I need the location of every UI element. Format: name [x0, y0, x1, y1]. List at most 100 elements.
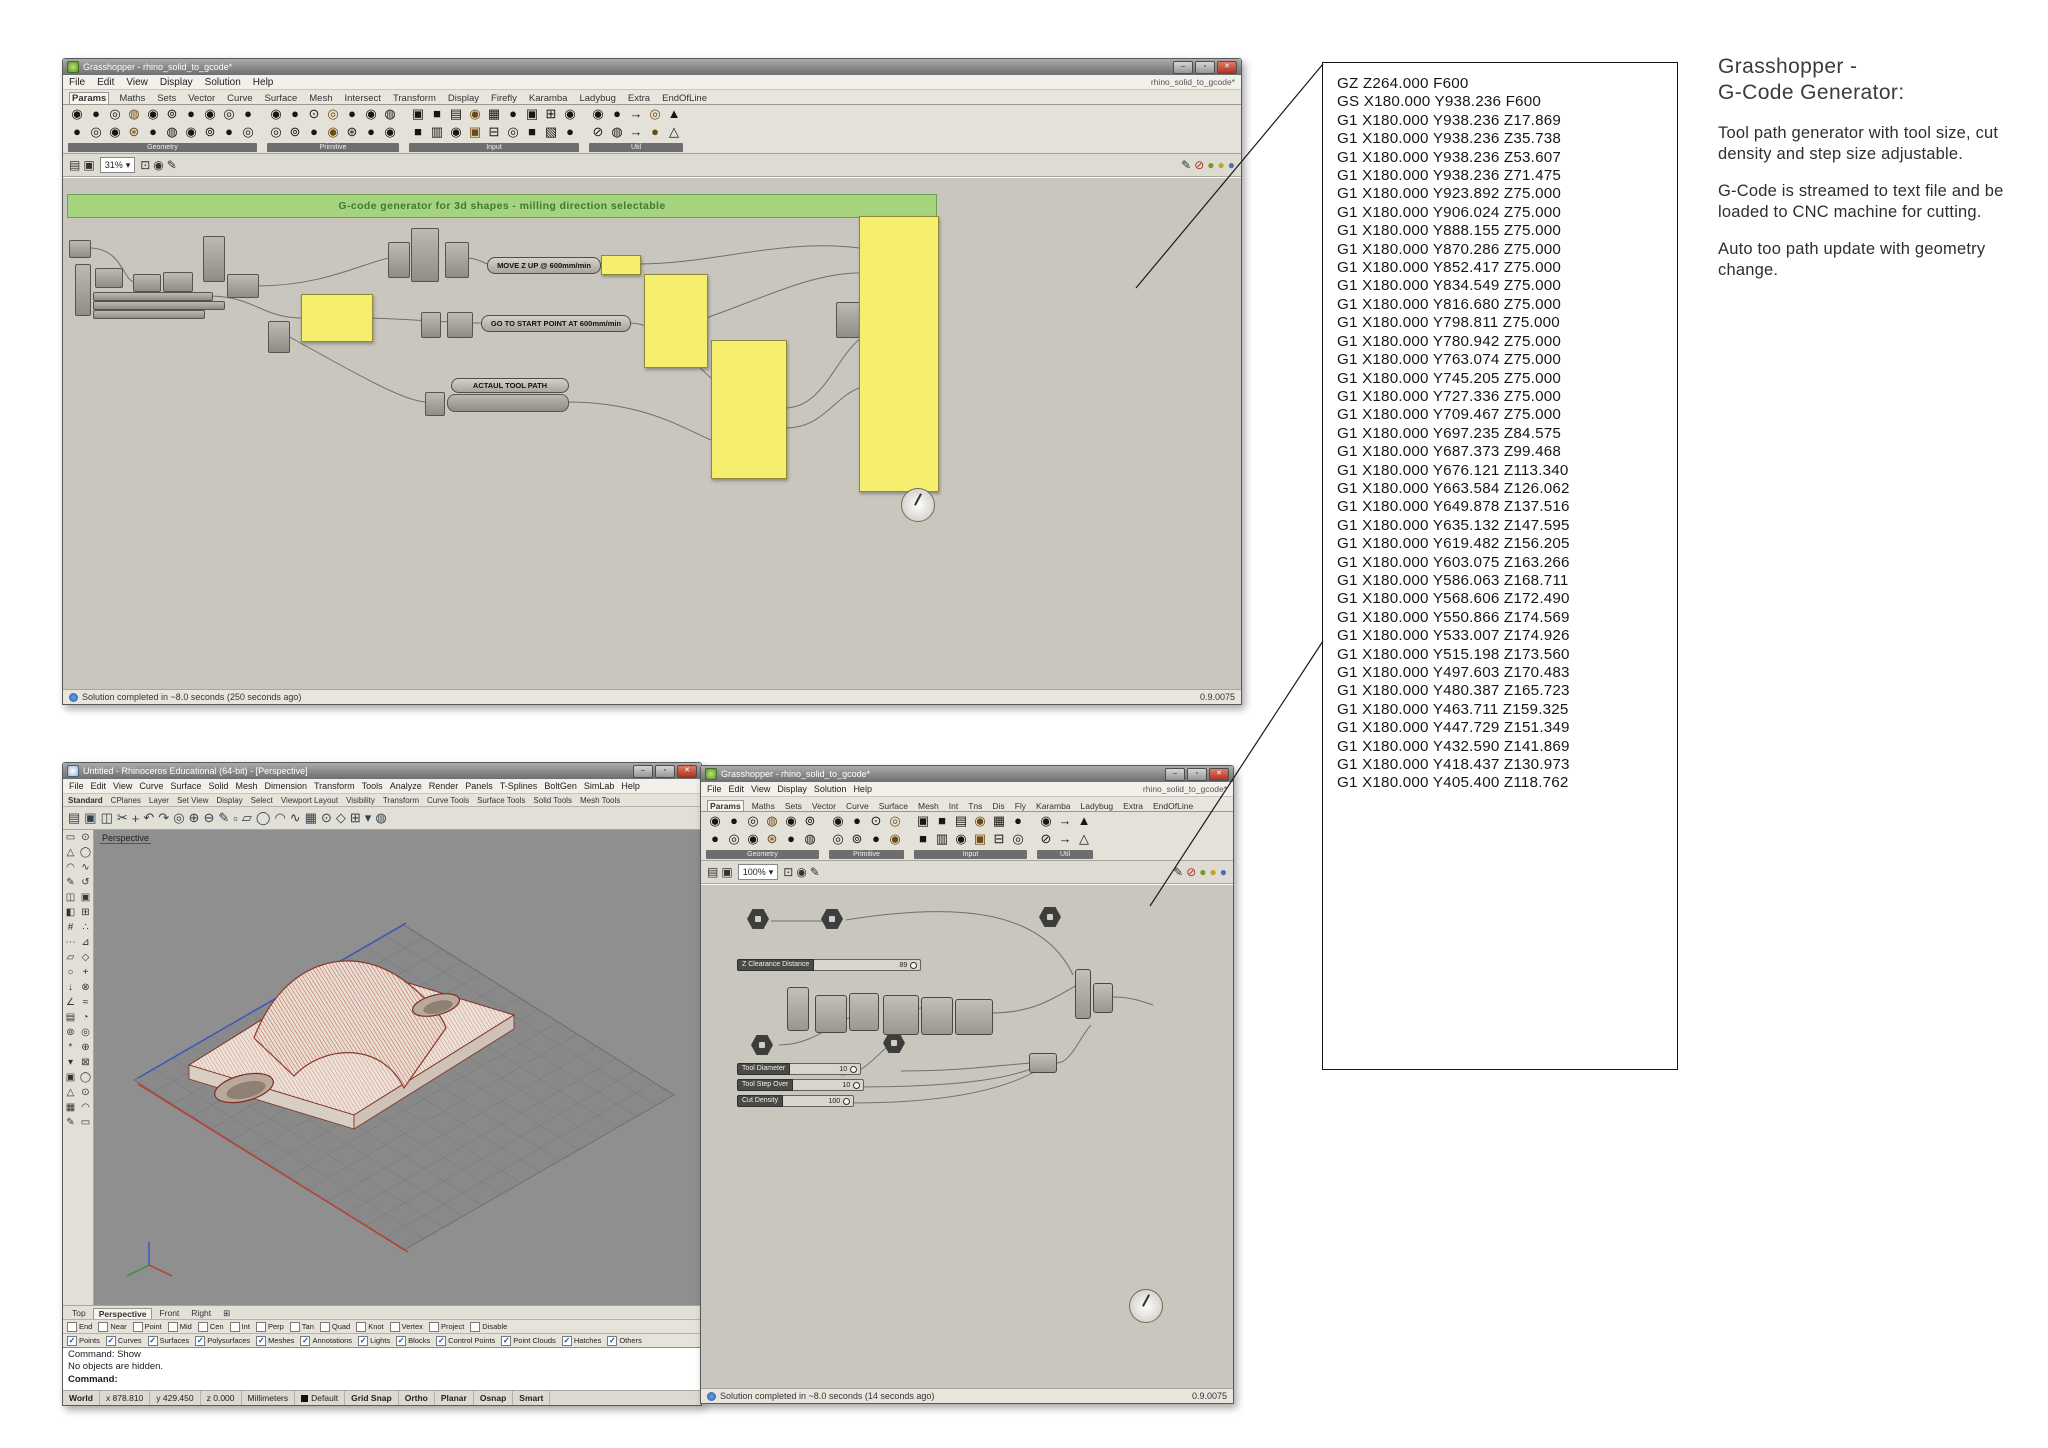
view-tool-icon[interactable]: ⊡ [140, 157, 150, 173]
menu-item[interactable]: File [69, 781, 84, 791]
component-icon[interactable]: ▥ [933, 831, 951, 847]
gh-node[interactable] [421, 312, 441, 338]
component-icon[interactable]: ◉ [589, 106, 607, 122]
slider-knob[interactable] [850, 1065, 858, 1073]
zoom-select[interactable]: 31% ▾ [99, 157, 136, 173]
component-icon[interactable]: ◎ [87, 124, 105, 140]
tool-icon[interactable]: ◍ [375, 810, 386, 826]
group-label[interactable]: Primitive [829, 850, 904, 859]
menu-item[interactable]: T-Splines [500, 781, 538, 791]
file-icon[interactable]: ▤ [707, 864, 718, 880]
component-icon[interactable]: ▣ [914, 813, 932, 829]
component-icon[interactable]: ■ [914, 831, 932, 847]
gh-node[interactable] [268, 321, 290, 353]
gh-node[interactable] [425, 392, 445, 416]
component-icon[interactable]: ⊙ [867, 813, 885, 829]
titlebar[interactable]: Untitled - Rhinoceros Educational (64-bi… [63, 763, 701, 779]
slider-track[interactable]: 100 [783, 1095, 855, 1107]
tool-icon[interactable]: ◎ [173, 810, 184, 826]
tool-icon[interactable]: ▦ [305, 810, 317, 826]
file-icon[interactable]: ▣ [83, 157, 94, 173]
display-toggle-icon[interactable]: ✎ [1181, 157, 1191, 173]
component-icon[interactable]: ◎ [829, 831, 847, 847]
component-icon[interactable]: ◉ [106, 124, 124, 140]
toolbar-tab[interactable]: Mesh Tools [580, 796, 620, 805]
toolbar-tab[interactable]: Standard [68, 796, 103, 805]
component-icon[interactable]: ● [608, 106, 626, 122]
display-toggle-icon[interactable]: ● [1199, 864, 1206, 880]
component-tab[interactable]: Curve [225, 93, 254, 104]
tool-icon[interactable]: ⊞ [350, 810, 361, 826]
tool-icon[interactable]: # [63, 920, 78, 935]
close-button[interactable]: ✕ [1209, 767, 1229, 781]
component-icon[interactable]: ▣ [409, 106, 427, 122]
slider-track[interactable]: 10 [793, 1079, 865, 1091]
tool-icon[interactable]: ◠ [78, 1100, 93, 1115]
tool-icon[interactable]: ⊙ [78, 1085, 93, 1100]
component-tab[interactable]: Display [446, 93, 481, 104]
menu-item[interactable]: View [751, 784, 770, 794]
gh-component[interactable] [849, 993, 879, 1031]
gh-node[interactable] [69, 240, 91, 258]
gh-hex-node[interactable] [883, 1033, 905, 1053]
toolbar-tab[interactable]: Select [251, 796, 273, 805]
slider-knob[interactable] [853, 1081, 861, 1089]
component-icon[interactable]: ● [706, 831, 724, 847]
close-button[interactable]: ✕ [1217, 60, 1237, 74]
panel-node[interactable] [644, 274, 708, 368]
component-icon[interactable]: ◎ [646, 106, 664, 122]
toolbar-tab[interactable]: Transform [383, 796, 419, 805]
component-tab[interactable]: Mesh [916, 801, 941, 811]
component-icon[interactable]: ◎ [220, 106, 238, 122]
cplane-button[interactable]: World [63, 1391, 100, 1405]
component-icon[interactable]: ● [725, 813, 743, 829]
component-tab[interactable]: Params [69, 92, 110, 104]
gh-node[interactable] [75, 264, 91, 316]
gh-component[interactable] [955, 999, 993, 1035]
component-icon[interactable]: ◉ [447, 124, 465, 140]
filter-toggle[interactable]: ✓ Curves [105, 1335, 142, 1346]
gh-node[interactable] [163, 272, 193, 292]
move-z-group[interactable]: MOVE Z UP @ 600mm/min [487, 257, 601, 274]
component-tab[interactable]: Ladybug [577, 93, 617, 104]
component-tab[interactable]: Ladybug [1079, 801, 1116, 811]
tool-icon[interactable]: ◫ [63, 890, 78, 905]
component-icon[interactable]: ◉ [362, 106, 380, 122]
component-icon[interactable]: △ [665, 124, 683, 140]
menu-item[interactable]: View [126, 77, 148, 88]
menu-item[interactable]: Solution [205, 77, 241, 88]
gh-component[interactable] [883, 995, 919, 1035]
component-icon[interactable]: ◉ [201, 106, 219, 122]
component-icon[interactable]: ⊞ [542, 106, 560, 122]
menu-item[interactable]: BoltGen [544, 781, 577, 791]
gcode-output-panel[interactable] [859, 216, 939, 492]
tool-icon[interactable]: ▫ [233, 811, 238, 826]
component-icon[interactable]: ◉ [144, 106, 162, 122]
component-icon[interactable]: ■ [523, 124, 541, 140]
component-icon[interactable]: ⊚ [286, 124, 304, 140]
gh-component[interactable] [921, 997, 953, 1035]
gh-node[interactable] [93, 301, 225, 310]
component-tab[interactable]: Surface [877, 801, 910, 811]
toolbar-tab[interactable]: Solid Tools [533, 796, 572, 805]
tool-icon[interactable]: + [78, 965, 93, 980]
osnap-toggle[interactable]: Disable [470, 1321, 507, 1332]
component-icon[interactable]: ● [504, 106, 522, 122]
canvas-compass[interactable] [1129, 1289, 1163, 1323]
osnap-toggle[interactable]: Vertex [389, 1321, 423, 1332]
component-icon[interactable]: ■ [933, 813, 951, 829]
toolbar-tab[interactable]: Visibility [346, 796, 375, 805]
tool-icon[interactable]: ◎ [78, 1025, 93, 1040]
display-toggle-icon[interactable]: ● [1210, 864, 1217, 880]
tool-icon[interactable]: ↶ [143, 810, 154, 826]
viewport-3d-view[interactable] [94, 830, 701, 1305]
component-icon[interactable]: ▲ [665, 106, 683, 122]
menu-item[interactable]: Dimension [264, 781, 307, 791]
component-tab[interactable]: Fly [1013, 801, 1028, 811]
tool-icon[interactable]: ∿ [78, 860, 93, 875]
component-icon[interactable]: ● [343, 106, 361, 122]
tool-icon[interactable]: ▦ [63, 1100, 78, 1115]
osnap-toggle[interactable]: Mid [167, 1321, 192, 1332]
menu-item[interactable]: Surface [170, 781, 201, 791]
tool-icon[interactable]: ◇ [336, 810, 346, 826]
